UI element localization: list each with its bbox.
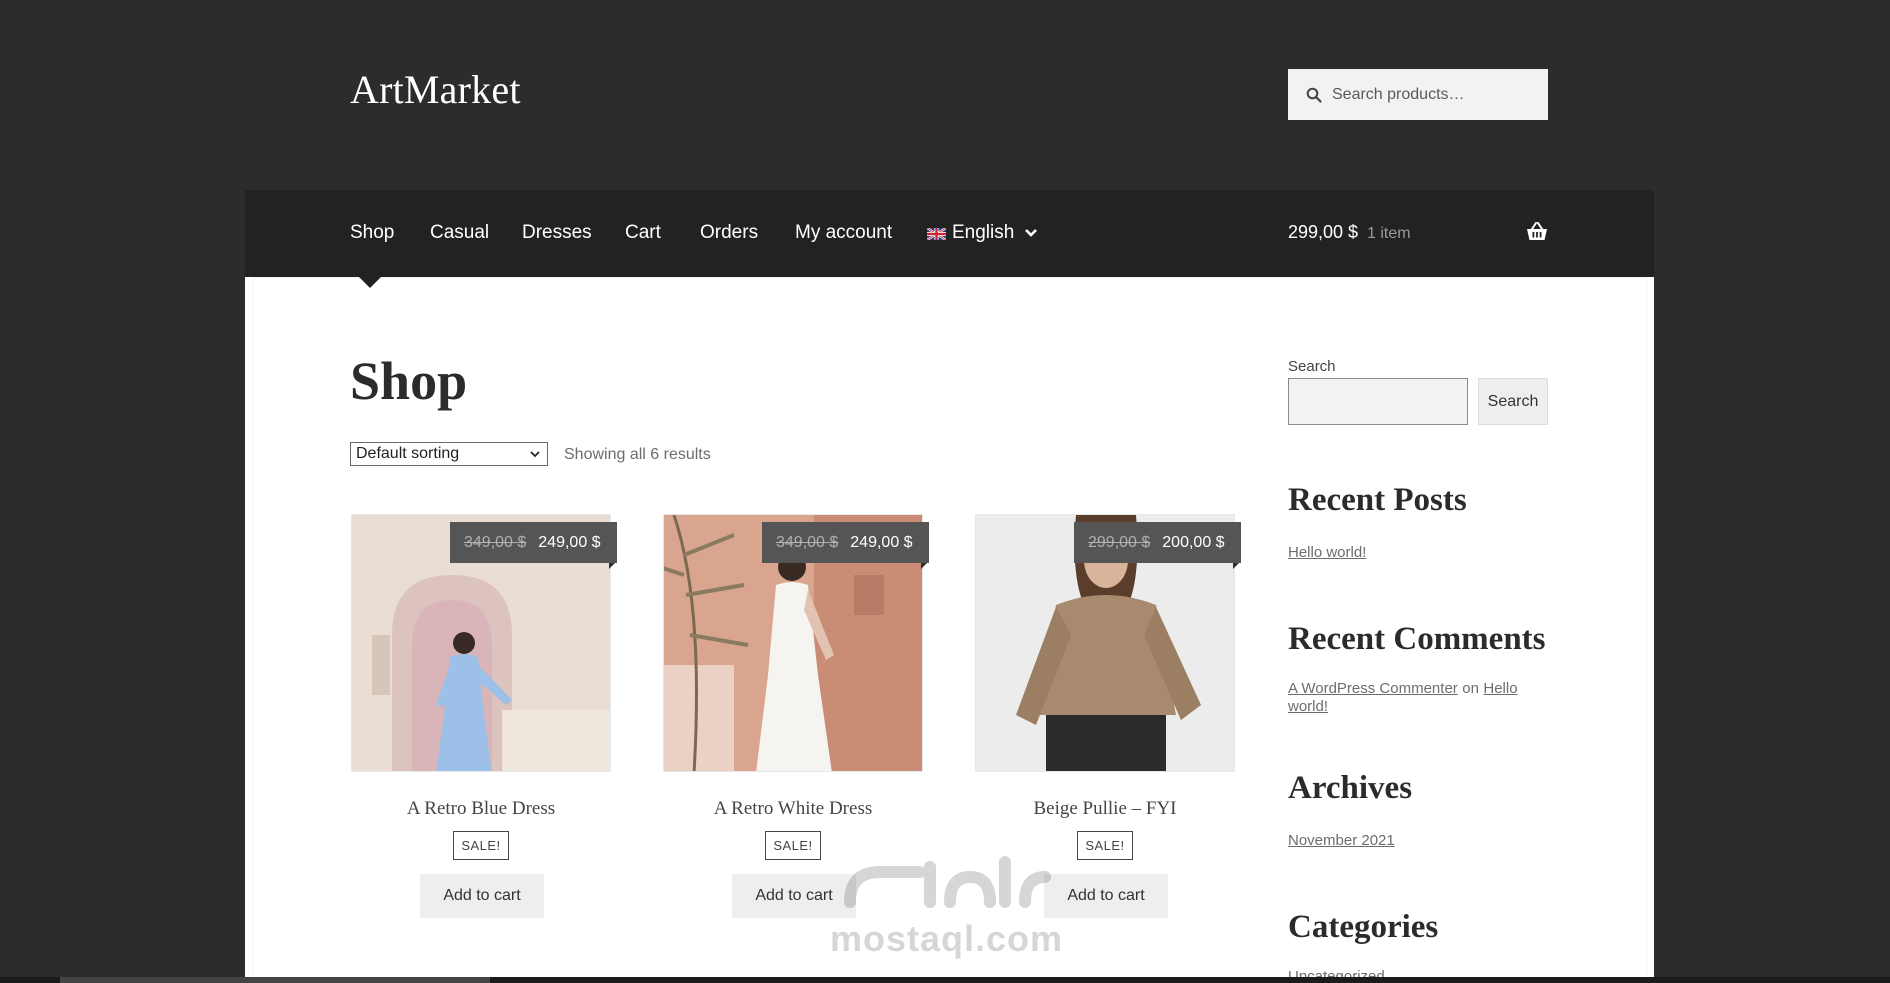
uk-flag-icon bbox=[927, 228, 946, 240]
product-title[interactable]: A Retro White Dress bbox=[663, 798, 923, 820]
recent-posts-heading: Recent Posts bbox=[1288, 482, 1467, 518]
sale-badge: SALE! bbox=[1077, 831, 1133, 860]
regular-price: 349,00 $ bbox=[776, 533, 839, 551]
sale-price: 249,00 $ bbox=[850, 533, 913, 551]
price-tag: 349,00 $ 249,00 $ bbox=[762, 522, 929, 563]
recent-post-link[interactable]: Hello world! bbox=[1288, 544, 1366, 561]
sale-price: 249,00 $ bbox=[538, 533, 601, 551]
sale-price: 200,00 $ bbox=[1162, 533, 1225, 551]
price-tag-fold bbox=[1233, 563, 1239, 569]
sale-badge: SALE! bbox=[453, 831, 509, 860]
comment-post-link-cont[interactable]: world! bbox=[1288, 698, 1328, 715]
price-tag: 299,00 $ 200,00 $ bbox=[1074, 522, 1241, 563]
nav-item-my-account[interactable]: My account bbox=[795, 222, 892, 244]
header-search[interactable] bbox=[1288, 69, 1548, 120]
add-to-cart-button[interactable]: Add to cart bbox=[1044, 874, 1168, 918]
nav-item-orders[interactable]: Orders bbox=[700, 222, 758, 244]
basket-icon[interactable] bbox=[1526, 222, 1548, 242]
regular-price: 349,00 $ bbox=[464, 533, 527, 551]
sidebar-search-label: Search bbox=[1288, 358, 1336, 375]
search-products-input[interactable] bbox=[1332, 85, 1532, 104]
archives-heading: Archives bbox=[1288, 770, 1413, 806]
primary-navigation: Shop Casual Dresses Cart Orders My accou… bbox=[245, 190, 1654, 277]
language-switcher[interactable]: English bbox=[952, 222, 1014, 244]
add-to-cart-button[interactable]: Add to cart bbox=[732, 874, 856, 918]
page-title: Shop bbox=[350, 351, 468, 411]
cart-count[interactable]: 1 item bbox=[1367, 225, 1411, 243]
nav-item-shop[interactable]: Shop bbox=[350, 222, 394, 244]
sort-select[interactable]: Default sorting bbox=[350, 442, 548, 466]
comment-author-link[interactable]: A WordPress Commenter bbox=[1288, 680, 1458, 697]
comment-joiner: on bbox=[1462, 680, 1479, 697]
product-title[interactable]: Beige Pullie – FYI bbox=[975, 798, 1235, 820]
search-icon bbox=[1306, 87, 1322, 103]
sale-badge: SALE! bbox=[765, 831, 821, 860]
sort-selected-value: Default sorting bbox=[356, 445, 460, 462]
result-count: Showing all 6 results bbox=[564, 446, 711, 463]
archive-link[interactable]: November 2021 bbox=[1288, 832, 1395, 849]
recent-comments-heading: Recent Comments bbox=[1288, 621, 1546, 657]
add-to-cart-label: Add to cart bbox=[1067, 887, 1145, 904]
active-nav-pointer bbox=[358, 276, 382, 288]
sidebar-search-button[interactable]: Search bbox=[1478, 378, 1548, 425]
nav-item-cart[interactable]: Cart bbox=[625, 222, 661, 244]
price-tag-fold bbox=[609, 563, 615, 569]
add-to-cart-label: Add to cart bbox=[443, 887, 521, 904]
categories-heading: Categories bbox=[1288, 909, 1439, 945]
nav-item-casual[interactable]: Casual bbox=[430, 222, 489, 244]
category-link[interactable]: Uncategorized bbox=[1288, 968, 1385, 977]
regular-price: 299,00 $ bbox=[1088, 533, 1151, 551]
recent-comment-entry: A WordPress Commenter on Hello world! bbox=[1288, 680, 1558, 716]
sidebar-search-input[interactable] bbox=[1288, 378, 1468, 425]
comment-post-link[interactable]: Hello bbox=[1483, 680, 1517, 697]
add-to-cart-label: Add to cart bbox=[755, 887, 833, 904]
site-title[interactable]: ArtMarket bbox=[350, 66, 521, 113]
chevron-down-icon bbox=[530, 451, 540, 458]
chevron-down-icon[interactable] bbox=[1024, 228, 1038, 238]
cart-total[interactable]: 299,00 $ bbox=[1288, 222, 1358, 243]
nav-item-dresses[interactable]: Dresses bbox=[522, 222, 592, 244]
product-title[interactable]: A Retro Blue Dress bbox=[351, 798, 611, 820]
price-tag: 349,00 $ 249,00 $ bbox=[450, 522, 617, 563]
add-to-cart-button[interactable]: Add to cart bbox=[420, 874, 544, 918]
price-tag-fold bbox=[921, 563, 927, 569]
horizontal-scrollbar[interactable] bbox=[60, 977, 490, 983]
